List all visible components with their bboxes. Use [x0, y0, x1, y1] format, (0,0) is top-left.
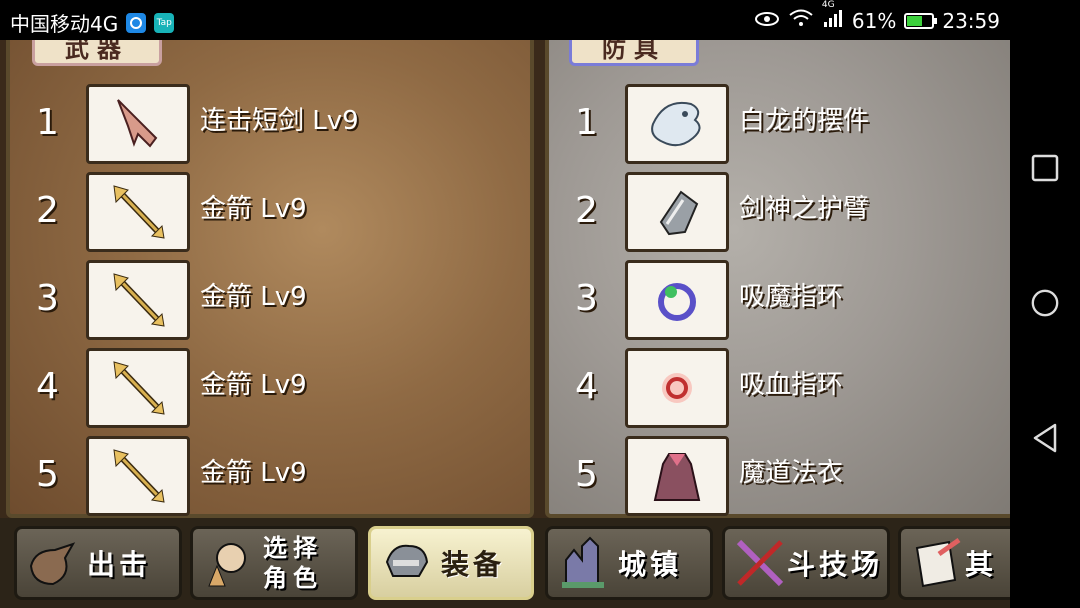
status-bar: 中国移动4G Tap 4G 61% 23:59: [0, 0, 1080, 40]
weapons-title: 武器: [32, 40, 162, 66]
weapon-row-3[interactable]: 3 金箭 Lv9: [10, 258, 530, 342]
bracer-icon[interactable]: [625, 172, 729, 252]
item-name: 金箭 Lv9: [200, 194, 307, 224]
wifi-icon: [788, 8, 814, 33]
dagger-icon[interactable]: [86, 84, 190, 164]
mana-ring-icon[interactable]: [625, 260, 729, 340]
row-number: 2: [36, 190, 59, 231]
tab-other[interactable]: 其: [898, 526, 1010, 600]
status-bar-left: 中国移动4G Tap: [10, 8, 175, 37]
back-button[interactable]: [1030, 423, 1060, 453]
armor-row-4[interactable]: 4 吸血指环: [549, 346, 1010, 430]
battery-icon: [904, 12, 938, 29]
recent-apps-button[interactable]: [1030, 153, 1060, 183]
row-number: 3: [36, 278, 59, 319]
tab-sortie[interactable]: 出击: [14, 526, 182, 600]
tab-label: 斗技场: [787, 548, 884, 581]
item-name: 吸魔指环: [739, 282, 844, 312]
eye-comfort-icon: [754, 8, 780, 33]
weapon-row-1[interactable]: 1 连击短剑 Lv9: [10, 82, 530, 166]
row-number: 5: [575, 454, 598, 495]
weapon-row-2[interactable]: 2 金箭 Lv9: [10, 170, 530, 254]
sortie-icon: [25, 536, 79, 590]
weapon-row-4[interactable]: 4 金箭 Lv9: [10, 346, 530, 430]
tab-label: 选择角色: [263, 534, 323, 592]
golden-arrow-icon[interactable]: [86, 260, 190, 340]
navigation-bar: [1010, 40, 1080, 608]
item-name: 吸血指环: [739, 370, 844, 400]
tab-arena[interactable]: 斗技场: [722, 526, 890, 600]
carrier-label: 中国移动4G: [10, 12, 119, 36]
arena-icon: [733, 536, 787, 590]
tab-label: 城镇: [618, 548, 683, 581]
weapon-row-5[interactable]: 5 金箭 Lv9: [10, 434, 530, 518]
row-number: 5: [36, 454, 59, 495]
tab-label: 装备: [441, 548, 506, 581]
golden-arrow-icon[interactable]: [86, 436, 190, 516]
other-icon: [909, 536, 963, 590]
battery-fill: [907, 15, 922, 26]
row-number: 4: [36, 366, 59, 407]
tab-equipment[interactable]: 装备: [368, 526, 534, 600]
armor-row-2[interactable]: 2 剑神之护臂: [549, 170, 1010, 254]
item-name: 金箭 Lv9: [200, 458, 307, 488]
character-select-icon: [201, 536, 255, 590]
bottom-menu: 出击 选择角色 装备 城镇 斗技场 其: [0, 518, 1010, 608]
item-name: 魔道法衣: [739, 458, 844, 488]
golden-arrow-icon[interactable]: [86, 348, 190, 428]
tab-label: 出击: [87, 548, 152, 581]
armor-panel: 防具 1 白龙的摆件 2 剑神之护臂 3 吸魔指环 4 吸血指环 5 魔道法衣: [545, 40, 1010, 518]
golden-arrow-icon[interactable]: [86, 172, 190, 252]
health-app-icon: [126, 12, 147, 33]
tab-town[interactable]: 城镇: [545, 526, 713, 600]
row-number: 3: [575, 278, 598, 319]
row-number: 4: [575, 366, 598, 407]
item-name: 金箭 Lv9: [200, 370, 307, 400]
equipment-icon: [379, 536, 433, 590]
armor-row-1[interactable]: 1 白龙的摆件: [549, 82, 1010, 166]
tab-label: 其: [965, 548, 998, 581]
magic-robe-icon[interactable]: [625, 436, 729, 516]
weapons-panel: 武器 1 连击短剑 Lv9 2 金箭 Lv9 3 金箭 Lv9 4 金箭 Lv9…: [6, 40, 534, 518]
white-dragon-ornament-icon[interactable]: [625, 84, 729, 164]
row-number: 1: [36, 102, 59, 143]
armor-title: 防具: [569, 40, 699, 66]
game-screen: 武器 1 连击短剑 Lv9 2 金箭 Lv9 3 金箭 Lv9 4 金箭 Lv9…: [0, 40, 1010, 608]
taptap-icon: Tap: [154, 12, 175, 33]
cell-signal-icon: 4G: [822, 0, 844, 33]
home-button[interactable]: [1030, 288, 1060, 318]
status-bar-right: 4G 61% 23:59: [754, 0, 1000, 33]
town-icon: [556, 536, 610, 590]
tab-character-select[interactable]: 选择角色: [190, 526, 358, 600]
blood-ring-icon[interactable]: [625, 348, 729, 428]
item-name: 白龙的摆件: [739, 106, 870, 136]
item-name: 剑神之护臂: [739, 194, 870, 224]
armor-row-3[interactable]: 3 吸魔指环: [549, 258, 1010, 342]
armor-row-5[interactable]: 5 魔道法衣: [549, 434, 1010, 518]
network-type-label: 4G: [821, 0, 835, 10]
item-name: 金箭 Lv9: [200, 282, 307, 312]
row-number: 1: [575, 102, 598, 143]
battery-percent: 61%: [851, 8, 897, 33]
item-name: 连击短剑 Lv9: [200, 106, 359, 136]
clock: 23:59: [942, 8, 1000, 33]
row-number: 2: [575, 190, 598, 231]
